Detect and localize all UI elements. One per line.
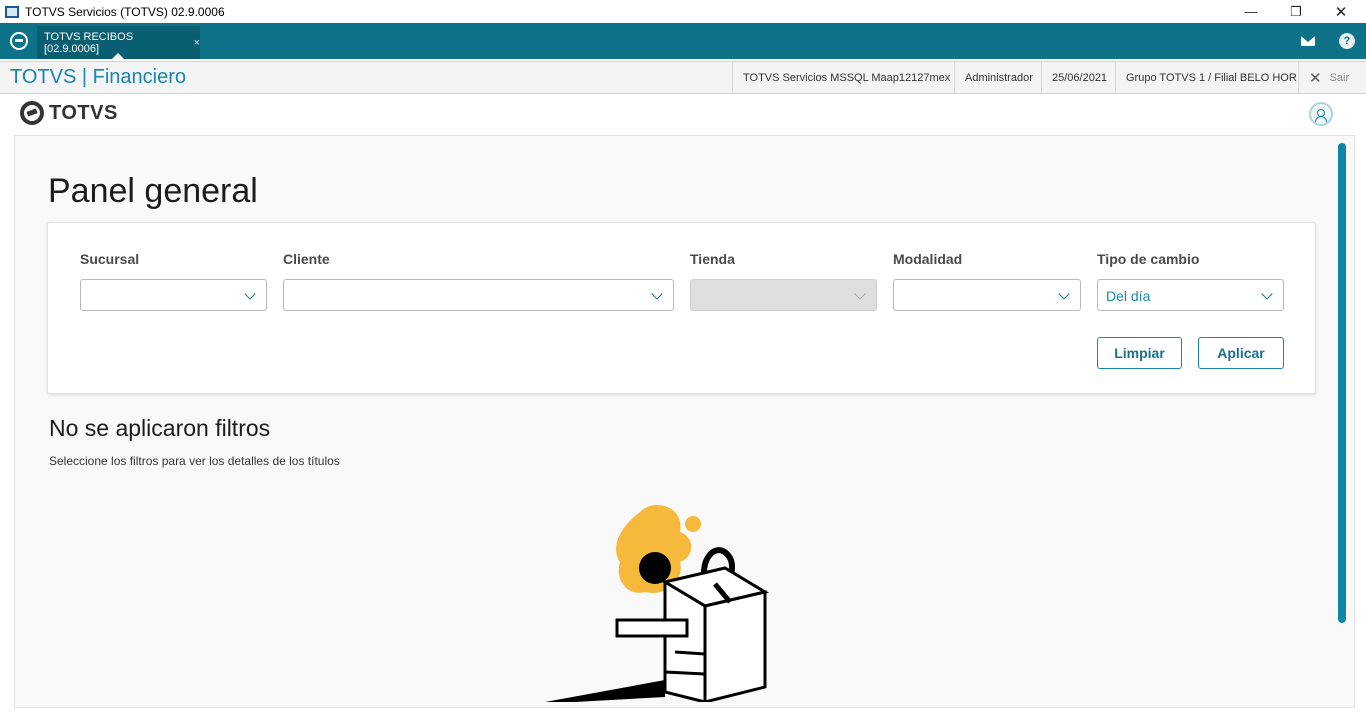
user-avatar-icon[interactable]	[1309, 102, 1333, 126]
vertical-scrollbar[interactable]	[1338, 143, 1346, 623]
chevron-down-icon	[651, 288, 663, 300]
app-header: TOTVS | Financiero TOTVS Servicios MSSQL…	[0, 61, 1366, 94]
tab-label: TOTVS RECIBOS [02.9.0006]	[44, 30, 134, 55]
apply-button[interactable]: Aplicar	[1198, 337, 1284, 369]
chevron-down-icon	[1058, 288, 1070, 300]
totvs-logo-icon	[20, 101, 44, 125]
empty-state-title: No se aplicaron filtros	[49, 415, 271, 441]
tab-totvs-recibos[interactable]: TOTVS RECIBOS [02.9.0006] ×	[37, 26, 200, 59]
exit-button[interactable]: ✕ Sair	[1298, 62, 1366, 93]
modalidad-select[interactable]	[893, 279, 1081, 311]
tipo-cambio-label: Tipo de cambio	[1097, 251, 1200, 267]
cliente-select[interactable]	[283, 279, 674, 311]
mail-icon[interactable]	[1301, 36, 1315, 46]
close-window-button[interactable]: ✕	[1318, 0, 1364, 23]
chevron-down-icon	[1261, 288, 1273, 300]
app-icon	[5, 5, 19, 18]
window-titlebar: TOTVS Servicios (TOTVS) 02.9.0006 — ❐ ✕	[0, 0, 1366, 23]
totvs-logo: TOTVS	[20, 101, 118, 125]
close-icon: ✕	[1309, 69, 1322, 87]
page-title: Panel general	[48, 172, 258, 210]
tab-close-icon[interactable]: ×	[194, 37, 200, 49]
window-title: TOTVS Servicios (TOTVS) 02.9.0006	[25, 4, 225, 19]
empty-state-subtitle: Seleccione los filtros para ver los deta…	[49, 454, 340, 468]
cliente-label: Cliente	[283, 251, 330, 267]
chevron-down-icon	[854, 288, 866, 300]
exit-label: Sair	[1329, 71, 1350, 84]
tipo-cambio-select[interactable]: Del día	[1097, 279, 1284, 311]
clear-button[interactable]: Limpiar	[1097, 337, 1182, 369]
empty-state-illustration	[545, 504, 769, 702]
help-icon[interactable]: ?	[1339, 33, 1355, 49]
date-info[interactable]: 25/06/2021	[1041, 62, 1117, 93]
brand-name: TOTVS	[49, 101, 118, 124]
modalidad-label: Modalidad	[893, 251, 963, 267]
company-info[interactable]: Grupo TOTVS 1 / Filial BELO HOR	[1115, 62, 1307, 93]
app-title: TOTVS | Financiero	[10, 66, 186, 88]
minimize-button[interactable]: —	[1228, 0, 1274, 23]
sucursal-label: Sucursal	[80, 251, 140, 267]
sucursal-select[interactable]	[80, 279, 267, 311]
tipo-cambio-value: Del día	[1106, 288, 1151, 304]
user-info[interactable]: Administrador	[954, 62, 1043, 93]
environment-info[interactable]: TOTVS Servicios MSSQL Maap12127mex	[732, 62, 960, 93]
chevron-down-icon	[244, 288, 256, 300]
tienda-label: Tienda	[690, 251, 735, 267]
totvs-home-icon[interactable]	[10, 32, 28, 50]
main-panel: Panel general Sucursal Cliente Tienda Mo…	[14, 135, 1355, 708]
tab-bar: TOTVS RECIBOS [02.9.0006] ×	[0, 23, 1366, 59]
restore-button[interactable]: ❐	[1273, 0, 1319, 23]
filter-card: Sucursal Cliente Tienda Modalidad Tipo d…	[47, 222, 1316, 394]
tienda-select	[690, 279, 877, 311]
active-tab-caret	[112, 53, 124, 59]
